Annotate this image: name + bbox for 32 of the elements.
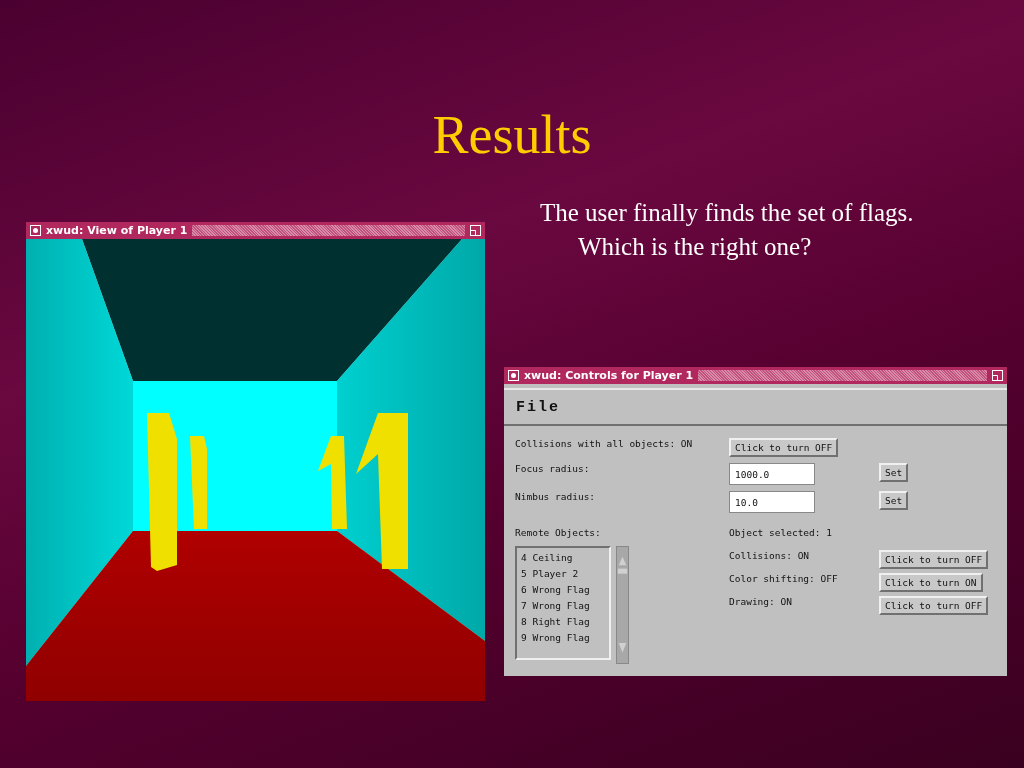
slide-text: The user finally finds the set of flags. Which is the right one? [540, 198, 915, 262]
set-button[interactable]: Set [879, 491, 909, 510]
scrollbar-drawing[interactable] [616, 546, 629, 664]
maximize-icon[interactable] [992, 370, 1003, 381]
maximize-icon[interactable] [470, 225, 481, 236]
toggle-button[interactable]: Click to turn ON [879, 573, 983, 592]
input-field[interactable]: 1000.0 [729, 463, 815, 485]
list-item[interactable]: 5 Player 2 [521, 566, 605, 582]
setting-label: Collisions with all objects: ON [515, 438, 694, 449]
setting-label: Nimbus radius: [515, 491, 597, 502]
window-menu-icon[interactable] [30, 225, 41, 236]
toggle-button[interactable]: Click to turn OFF [879, 550, 989, 569]
list-item[interactable]: 6 Wrong Flag [521, 582, 605, 598]
setting-label: Focus radius: [515, 463, 591, 474]
setting-label: Drawing: ON [729, 596, 793, 607]
selected-object-label: Object selected: 1 [729, 527, 833, 538]
input-field[interactable]: 10.0 [729, 491, 815, 513]
menu-item[interactable]: File [516, 398, 560, 416]
list-item[interactable]: 8 Right Flag [521, 614, 605, 630]
toggle-button[interactable]: Click to turn OFF [729, 438, 839, 457]
setting-label: Color shifting: OFF [729, 573, 839, 584]
set-button[interactable]: Set [879, 463, 909, 482]
list-item[interactable]: 4 Ceiling [521, 550, 605, 566]
list-label: Remote Objects: [515, 527, 602, 538]
window-title: xwud: View of Player 1 [46, 224, 188, 237]
list-item[interactable]: 7 Wrong Flag [521, 598, 605, 614]
window-title: xwud: Controls for Player 1 [524, 369, 694, 382]
slide-title: Results [431, 104, 593, 166]
window-menu-icon[interactable] [508, 370, 519, 381]
list-item[interactable]: 9 Wrong Flag [521, 630, 605, 646]
setting-label: Collisions: ON [729, 550, 811, 561]
toggle-button[interactable]: Click to turn OFF [879, 596, 989, 615]
